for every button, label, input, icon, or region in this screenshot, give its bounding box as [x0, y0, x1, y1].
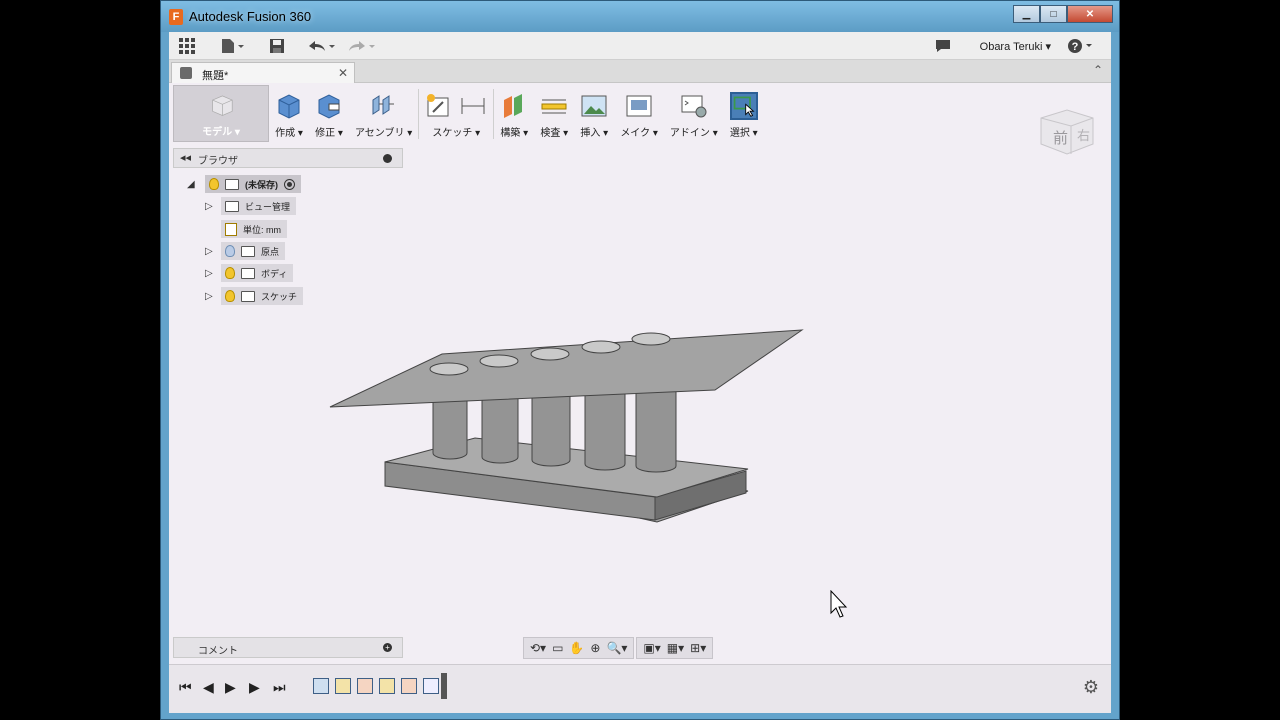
- close-button[interactable]: ✕: [1067, 5, 1113, 23]
- comments-title: コメント: [198, 646, 238, 657]
- timeline-sketch-feature[interactable]: [335, 678, 351, 694]
- maximize-button[interactable]: □: [1040, 5, 1067, 23]
- timeline-extrude-feature[interactable]: [357, 678, 373, 694]
- timeline-sketch-feature[interactable]: [379, 678, 395, 694]
- orbit-icon[interactable]: ⟲▾: [530, 641, 546, 655]
- timeline-settings-gear-icon[interactable]: ⚙: [1083, 677, 1099, 698]
- top-plate[interactable]: [329, 329, 804, 408]
- viewports-icon[interactable]: ⊞▾: [690, 641, 706, 655]
- mouse-cursor-icon: [830, 590, 848, 618]
- display-settings-icon[interactable]: ▣▾: [643, 641, 660, 655]
- timeline-marker[interactable]: [441, 673, 447, 699]
- title-bar[interactable]: F Autodesk Fusion 360 ▁ □ ✕: [161, 1, 1119, 32]
- pan-hand-icon[interactable]: ✋: [569, 641, 584, 655]
- timeline-extrude-feature[interactable]: [401, 678, 417, 694]
- go-to-end-icon[interactable]: ⏭: [273, 679, 286, 696]
- grid-settings-icon[interactable]: ▦▾: [667, 641, 684, 655]
- add-comment-button[interactable]: +: [383, 643, 392, 652]
- zoom-icon[interactable]: ⊕: [590, 641, 600, 655]
- comments-panel-header[interactable]: コメント +: [173, 637, 403, 658]
- app-client: Obara Teruki ▾ ? 無題* ✕ ⌃ モデル ▾ 作成 ▾ 修正 ▾…: [169, 32, 1111, 713]
- look-at-icon[interactable]: ▭: [552, 641, 563, 655]
- minimize-button[interactable]: ▁: [1013, 5, 1040, 23]
- step-back-icon[interactable]: ◀: [203, 679, 214, 696]
- fusion-logo-icon: F: [169, 9, 183, 25]
- timeline-bar: ⏮ ◀ ▶ ▶ ⏭ ⚙: [169, 664, 1111, 713]
- navigation-bar: ⟲▾ ▭ ✋ ⊕ 🔍▾ ▣▾ ▦▾ ⊞▾: [523, 637, 714, 659]
- model-viewport[interactable]: [169, 32, 1111, 632]
- go-to-start-icon[interactable]: ⏮: [179, 679, 192, 696]
- play-icon[interactable]: ▶: [249, 679, 260, 696]
- window-title: Autodesk Fusion 360: [189, 9, 312, 24]
- app-window: F Autodesk Fusion 360 ▁ □ ✕ Obara Teruki…: [160, 0, 1120, 720]
- zoom-window-icon[interactable]: 🔍▾: [606, 641, 627, 655]
- step-forward-icon[interactable]: ▶: [225, 679, 236, 696]
- timeline-pattern-feature[interactable]: [423, 678, 439, 694]
- timeline-extrude-feature[interactable]: [313, 678, 329, 694]
